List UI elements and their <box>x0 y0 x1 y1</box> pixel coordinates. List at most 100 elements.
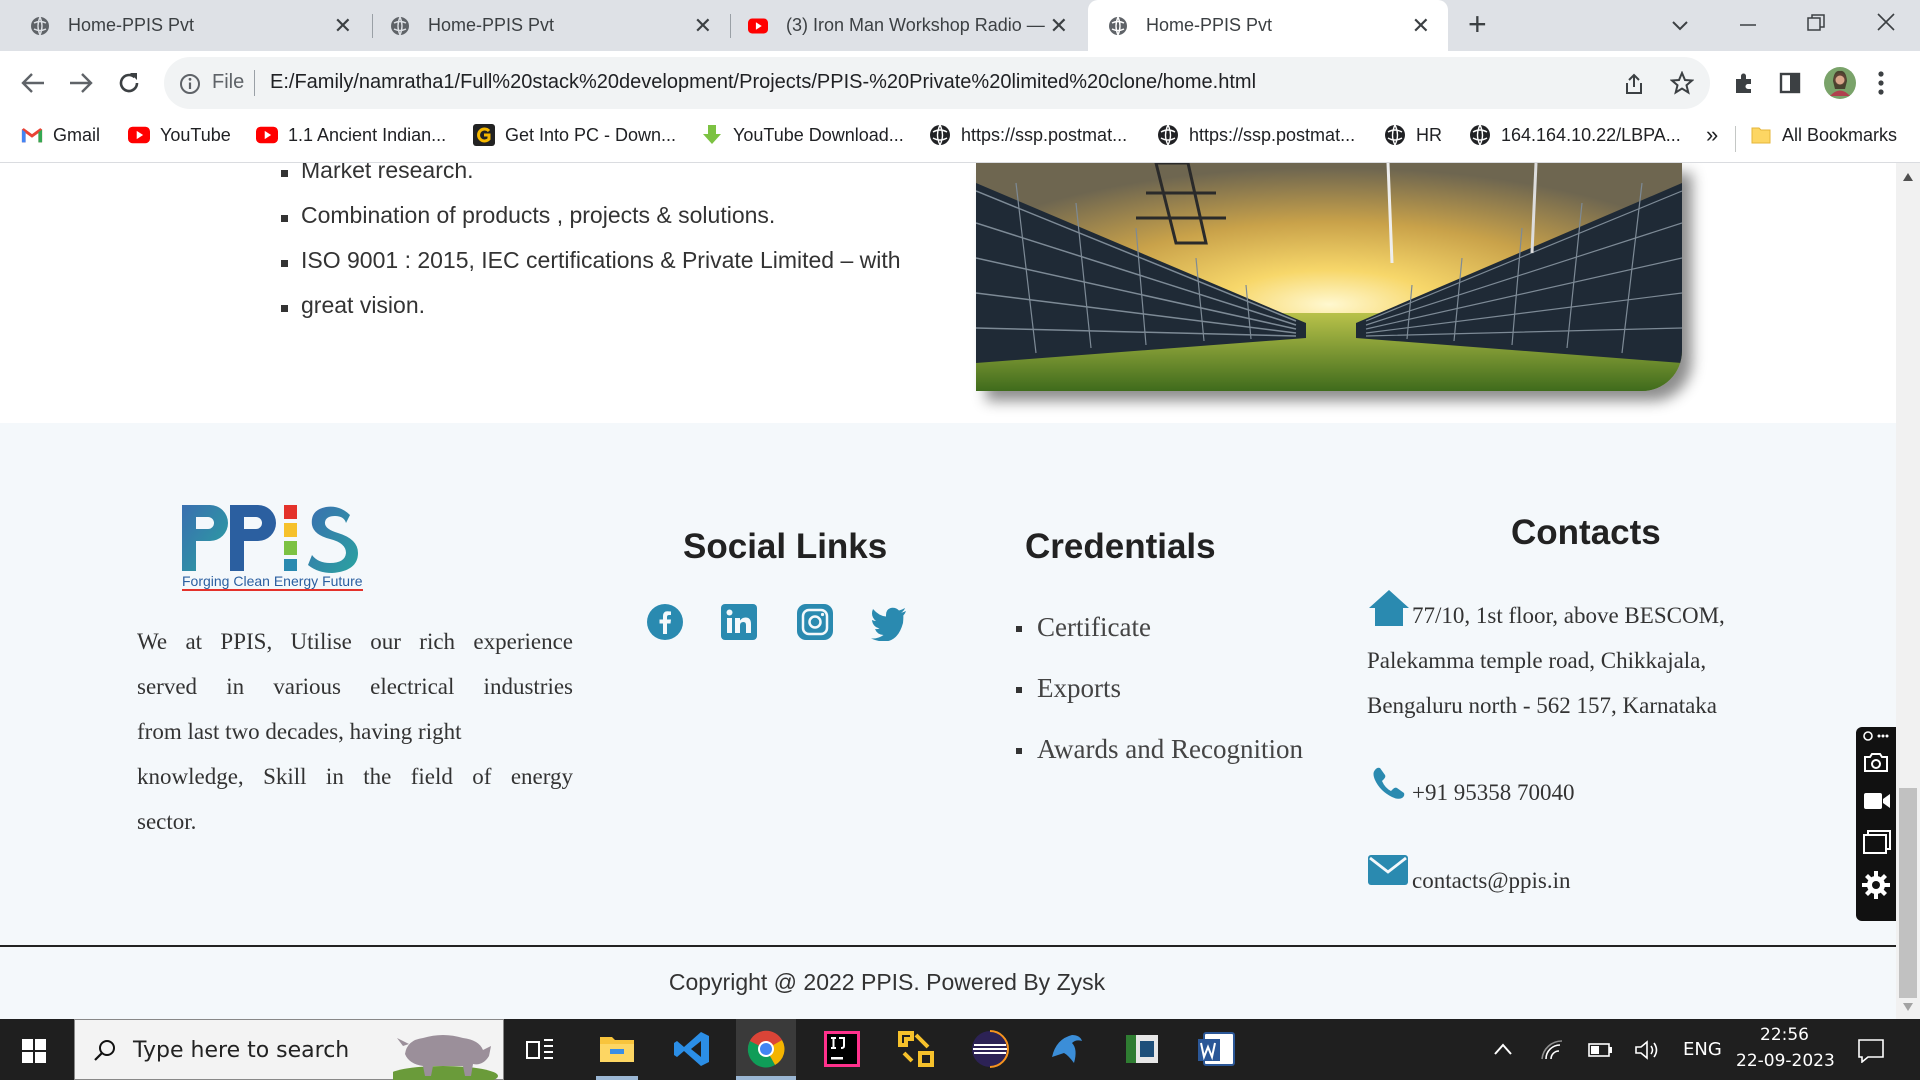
capture-settings-icon[interactable] <box>1862 730 1890 742</box>
side-panel-icon[interactable] <box>1778 71 1802 95</box>
language-indicator[interactable]: ENG <box>1683 1039 1722 1060</box>
bookmarks-divider <box>1735 126 1736 152</box>
sandbox-app-icon[interactable] <box>896 1029 936 1069</box>
close-tab-icon[interactable]: ✕ <box>1412 13 1430 39</box>
ppis-logo[interactable]: Forging Clean Energy Future <box>180 501 370 591</box>
extensions-icon[interactable] <box>1732 71 1756 95</box>
solar-farm-illustration <box>976 163 1682 391</box>
scheme-divider <box>254 70 255 96</box>
bookmark-label: YouTube Download... <box>733 124 904 145</box>
forward-icon[interactable] <box>68 71 94 95</box>
scroll-up-arrow-icon[interactable] <box>1903 173 1913 181</box>
bookmark-ssp-2[interactable]: https://ssp.postmat... <box>1157 124 1355 146</box>
task-view-icon[interactable] <box>526 1037 554 1063</box>
browser-tab[interactable]: Home-PPIS Pvt ✕ <box>0 0 370 51</box>
close-tab-icon[interactable]: ✕ <box>694 13 712 39</box>
tab-search-chevron-icon[interactable] <box>1670 15 1690 35</box>
browser-toolbar: File E:/Family/namratha1/Full%20stack%20… <box>0 51 1920 114</box>
address-bar[interactable]: File E:/Family/namratha1/Full%20stack%20… <box>164 57 1710 109</box>
minimize-icon[interactable] <box>1738 15 1758 35</box>
bookmark-label: 164.164.10.22/LBPA... <box>1501 124 1681 145</box>
mysql-dolphin-icon[interactable] <box>1046 1029 1086 1069</box>
tab-title: Home-PPIS Pvt <box>1146 15 1273 35</box>
notification-icon[interactable] <box>1858 1039 1884 1063</box>
word-icon[interactable] <box>1196 1029 1236 1069</box>
eclipse-icon[interactable] <box>970 1029 1010 1069</box>
volume-icon[interactable] <box>1634 1039 1660 1061</box>
tab-strip: Home-PPIS Pvt ✕ Home-PPIS Pvt ✕ (3) Iron… <box>0 0 1920 51</box>
url-text[interactable]: E:/Family/namratha1/Full%20stack%20devel… <box>270 71 1256 94</box>
bookmark-gmail[interactable]: Gmail <box>21 124 100 146</box>
clock-time[interactable]: 22:56 <box>1760 1025 1809 1045</box>
bookmark-star-icon[interactable] <box>1670 71 1694 95</box>
rhino-search-highlight-icon <box>393 1035 498 1080</box>
about-line: sector. <box>137 809 197 834</box>
facebook-icon[interactable] <box>646 603 684 641</box>
browser-tab[interactable]: Home-PPIS Pvt ✕ <box>374 0 730 51</box>
bookmark-youtube[interactable]: YouTube <box>128 124 231 146</box>
file-explorer-underline <box>596 1076 638 1080</box>
spreadsheet-app-icon[interactable] <box>1122 1029 1162 1069</box>
linkedin-icon[interactable] <box>720 603 758 641</box>
instagram-icon[interactable] <box>796 603 834 641</box>
address-line: Palekamma temple road, Chikkajala, <box>1367 648 1707 673</box>
back-icon[interactable] <box>20 71 46 95</box>
share-icon[interactable] <box>1622 72 1646 96</box>
contacts-heading: Contacts <box>1511 513 1661 552</box>
vscode-icon[interactable] <box>672 1029 712 1069</box>
credential-link-exports[interactable]: Exports <box>1016 673 1121 704</box>
bookmarks-bar: Gmail YouTube 1.1 Ancient Indian... Get … <box>0 114 1920 163</box>
windows-start-icon[interactable] <box>22 1039 46 1063</box>
bookmark-getintopc[interactable]: Get Into PC - Down... <box>473 124 676 146</box>
credentials-heading: Credentials <box>1025 527 1216 566</box>
credential-link-certificate[interactable]: Certificate <box>1016 612 1151 643</box>
search-placeholder: Type here to search <box>133 1038 350 1063</box>
bookmark-ssp-1[interactable]: https://ssp.postmat... <box>929 124 1127 146</box>
bookmark-lbpa[interactable]: 164.164.10.22/LBPA... <box>1469 124 1681 146</box>
settings-gear-icon[interactable] <box>1862 871 1890 899</box>
close-tab-icon[interactable]: ✕ <box>334 13 352 39</box>
taskbar-search-box[interactable]: Type here to search <box>74 1019 504 1080</box>
all-bookmarks-button[interactable]: All Bookmarks <box>1750 124 1897 146</box>
menu-kebab-icon[interactable] <box>1876 69 1886 97</box>
video-camera-icon[interactable] <box>1863 791 1891 811</box>
file-explorer-icon[interactable] <box>597 1029 637 1069</box>
browser-tab[interactable]: (3) Iron Man Workshop Radio — ✕ <box>732 0 1086 51</box>
bookmark-ancient-indian[interactable]: 1.1 Ancient Indian... <box>256 124 446 146</box>
globe-icon <box>1385 124 1405 146</box>
chrome-icon[interactable] <box>746 1029 786 1069</box>
globe-icon <box>1158 124 1178 146</box>
gmail-icon <box>21 128 43 143</box>
camera-icon[interactable] <box>1863 751 1889 773</box>
info-icon[interactable] <box>179 73 201 95</box>
show-hidden-icons-chevron[interactable] <box>1494 1043 1512 1055</box>
search-icon <box>94 1040 115 1061</box>
close-window-icon[interactable] <box>1876 12 1896 32</box>
twitter-icon[interactable] <box>870 603 908 641</box>
scrollbar-thumb[interactable] <box>1899 788 1917 998</box>
clock-date[interactable]: 22-09-2023 <box>1736 1051 1835 1071</box>
bookmarks-overflow-button[interactable]: » <box>1706 122 1718 148</box>
browser-tab-active[interactable]: Home-PPIS Pvt ✕ <box>1088 0 1448 51</box>
wifi-icon[interactable] <box>1540 1039 1564 1061</box>
window-capture-icon[interactable] <box>1863 830 1891 854</box>
avatar[interactable] <box>1824 67 1856 99</box>
intellij-icon[interactable] <box>822 1029 862 1069</box>
home-icon <box>1369 590 1409 626</box>
tab-divider <box>372 14 373 38</box>
vertical-scrollbar[interactable] <box>1896 163 1920 1019</box>
bookmark-hr[interactable]: HR <box>1384 124 1442 146</box>
restore-icon[interactable] <box>1806 13 1826 33</box>
credential-link-awards[interactable]: Awards and Recognition <box>1016 734 1303 765</box>
phone-number[interactable]: +91 95358 70040 <box>1412 780 1574 806</box>
logo-tagline: Forging Clean Energy Future <box>182 573 363 591</box>
close-tab-icon[interactable]: ✕ <box>1050 13 1068 39</box>
new-tab-button[interactable]: + <box>1468 6 1487 43</box>
bookmark-label: HR <box>1416 124 1442 145</box>
email-link[interactable]: contacts@ppis.in <box>1412 868 1571 894</box>
about-line: served in various electrical industries <box>137 674 573 699</box>
battery-icon[interactable] <box>1588 1041 1614 1059</box>
scroll-down-arrow-icon[interactable] <box>1903 1003 1913 1011</box>
bookmark-youtube-download[interactable]: YouTube Download... <box>701 124 904 146</box>
reload-icon[interactable] <box>116 70 142 96</box>
